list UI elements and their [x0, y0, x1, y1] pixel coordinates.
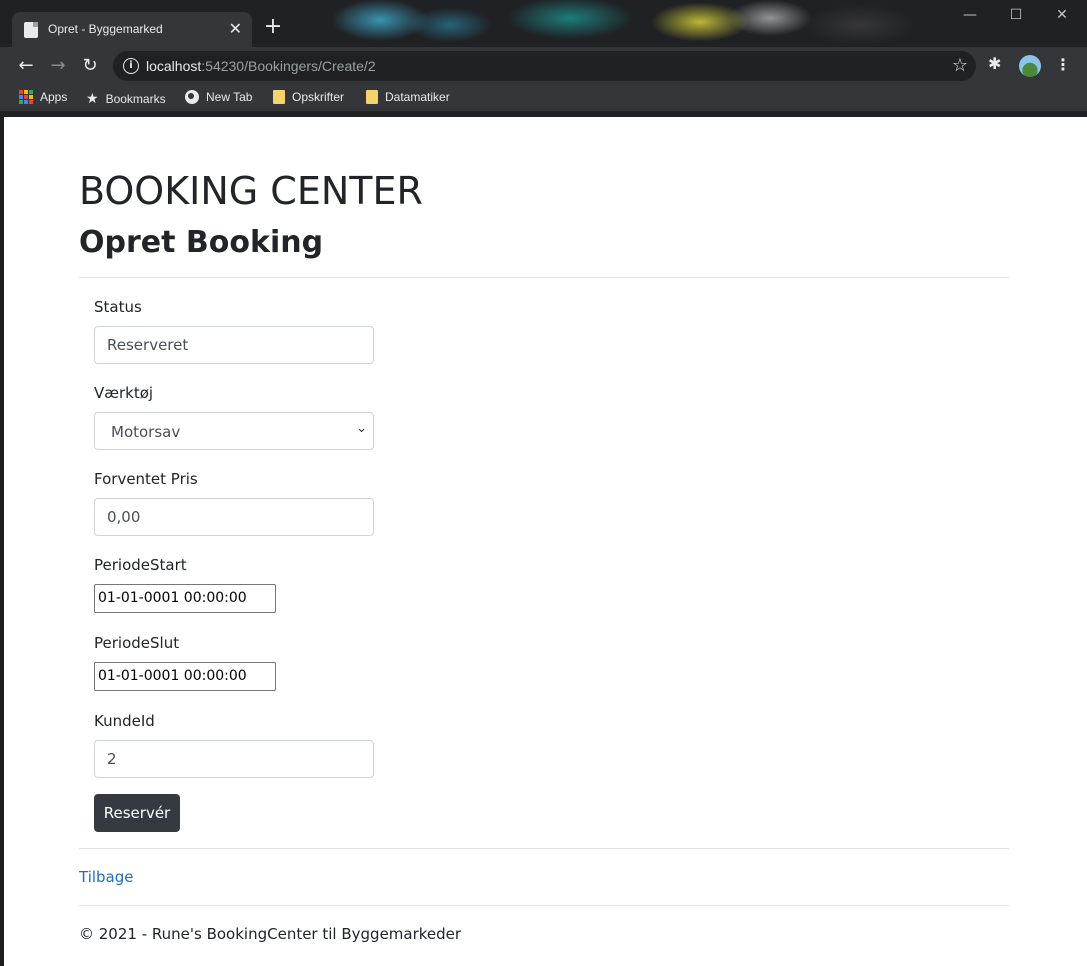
vaerktoej-selected-value: Motorsav	[111, 423, 181, 441]
browser-menu-icon[interactable]: ⋮	[1055, 55, 1071, 74]
page-favicon-icon	[24, 22, 38, 38]
address-bar[interactable]: i localhost:54230/Bookingers/Create/2 ☆	[113, 51, 976, 81]
periode-start-input[interactable]: 01-01-0001 00:00:00	[94, 584, 276, 613]
bookmark-opskrifter[interactable]: Opskrifter	[273, 90, 344, 104]
chevron-down-icon: ⌄	[356, 421, 367, 436]
web-page: BOOKING CENTER Opret Booking Status Rese…	[4, 117, 1087, 966]
periode-slut-input[interactable]: 01-01-0001 00:00:00	[94, 662, 276, 691]
pris-input[interactable]: 0,00	[94, 498, 374, 536]
forward-arrow-icon[interactable]: →	[46, 54, 70, 78]
bookmark-apps[interactable]: Apps	[19, 90, 67, 104]
bookmark-bookmarks[interactable]: ★ Bookmarks	[86, 90, 166, 107]
reload-icon[interactable]: ↻	[78, 54, 102, 78]
maximize-button[interactable]: ☐	[993, 0, 1039, 31]
apps-grid-icon	[19, 90, 33, 104]
divider	[79, 277, 1009, 278]
tab-close-icon[interactable]: ✕	[229, 19, 242, 38]
folder-icon	[273, 90, 285, 104]
kunde-id-input[interactable]: 2	[94, 740, 374, 778]
vaerktoej-select[interactable]: Motorsav ⌄	[94, 412, 374, 450]
globe-icon	[185, 90, 199, 104]
vaerktoej-label: Værktøj	[94, 384, 154, 402]
bookmarks-bar: Apps ★ Bookmarks New Tab Opskrifter Data…	[0, 85, 1087, 111]
footer-text: © 2021 - Rune's BookingCenter til Byggem…	[79, 925, 462, 943]
tab-strip: Opret - Byggemarked ✕ + — ☐ ✕	[0, 0, 1087, 47]
divider	[79, 848, 1009, 849]
minimize-button[interactable]: —	[947, 0, 993, 31]
reserver-button[interactable]: Reservér	[94, 794, 180, 832]
bookmark-label: Apps	[40, 90, 68, 104]
bookmark-label: New Tab	[206, 90, 253, 104]
back-arrow-icon[interactable]: ←	[14, 54, 38, 78]
browser-window: Opret - Byggemarked ✕ + — ☐ ✕ ← → ↻ i lo…	[0, 0, 1087, 966]
browser-toolbar: ← → ↻ i localhost:54230/Bookingers/Creat…	[0, 47, 1087, 85]
page-title: Opret Booking	[79, 225, 324, 260]
star-icon: ★	[86, 90, 99, 106]
bookmark-new-tab[interactable]: New Tab	[185, 90, 252, 104]
new-tab-button[interactable]: +	[261, 16, 285, 40]
periode-slut-label: PeriodeSlut	[94, 634, 180, 652]
status-label: Status	[94, 298, 142, 316]
bookmark-label: Datamatiker	[385, 90, 450, 104]
folder-icon	[366, 90, 378, 104]
back-link[interactable]: Tilbage	[79, 868, 134, 886]
bookmark-label: Opskrifter	[292, 90, 345, 104]
bookmark-label: Bookmarks	[105, 91, 166, 106]
profile-avatar[interactable]	[1019, 55, 1041, 77]
pris-label: Forventet Pris	[94, 470, 198, 488]
status-input[interactable]: Reserveret	[94, 326, 374, 364]
bookmark-star-icon[interactable]: ☆	[952, 55, 968, 76]
tab-title: Opret - Byggemarked	[48, 22, 163, 36]
close-window-button[interactable]: ✕	[1039, 0, 1085, 31]
site-title: BOOKING CENTER	[79, 169, 423, 213]
periode-start-label: PeriodeStart	[94, 556, 187, 574]
kunde-id-label: KundeId	[94, 712, 155, 730]
site-info-icon[interactable]: i	[123, 58, 139, 74]
browser-tab[interactable]: Opret - Byggemarked ✕	[12, 12, 252, 47]
footer-divider	[79, 905, 1009, 906]
url-text: localhost:54230/Bookingers/Create/2	[146, 58, 376, 74]
extensions-puzzle-icon[interactable]: ✱	[988, 54, 1001, 73]
bookmark-datamatiker[interactable]: Datamatiker	[366, 90, 450, 104]
theme-background	[300, 0, 950, 47]
